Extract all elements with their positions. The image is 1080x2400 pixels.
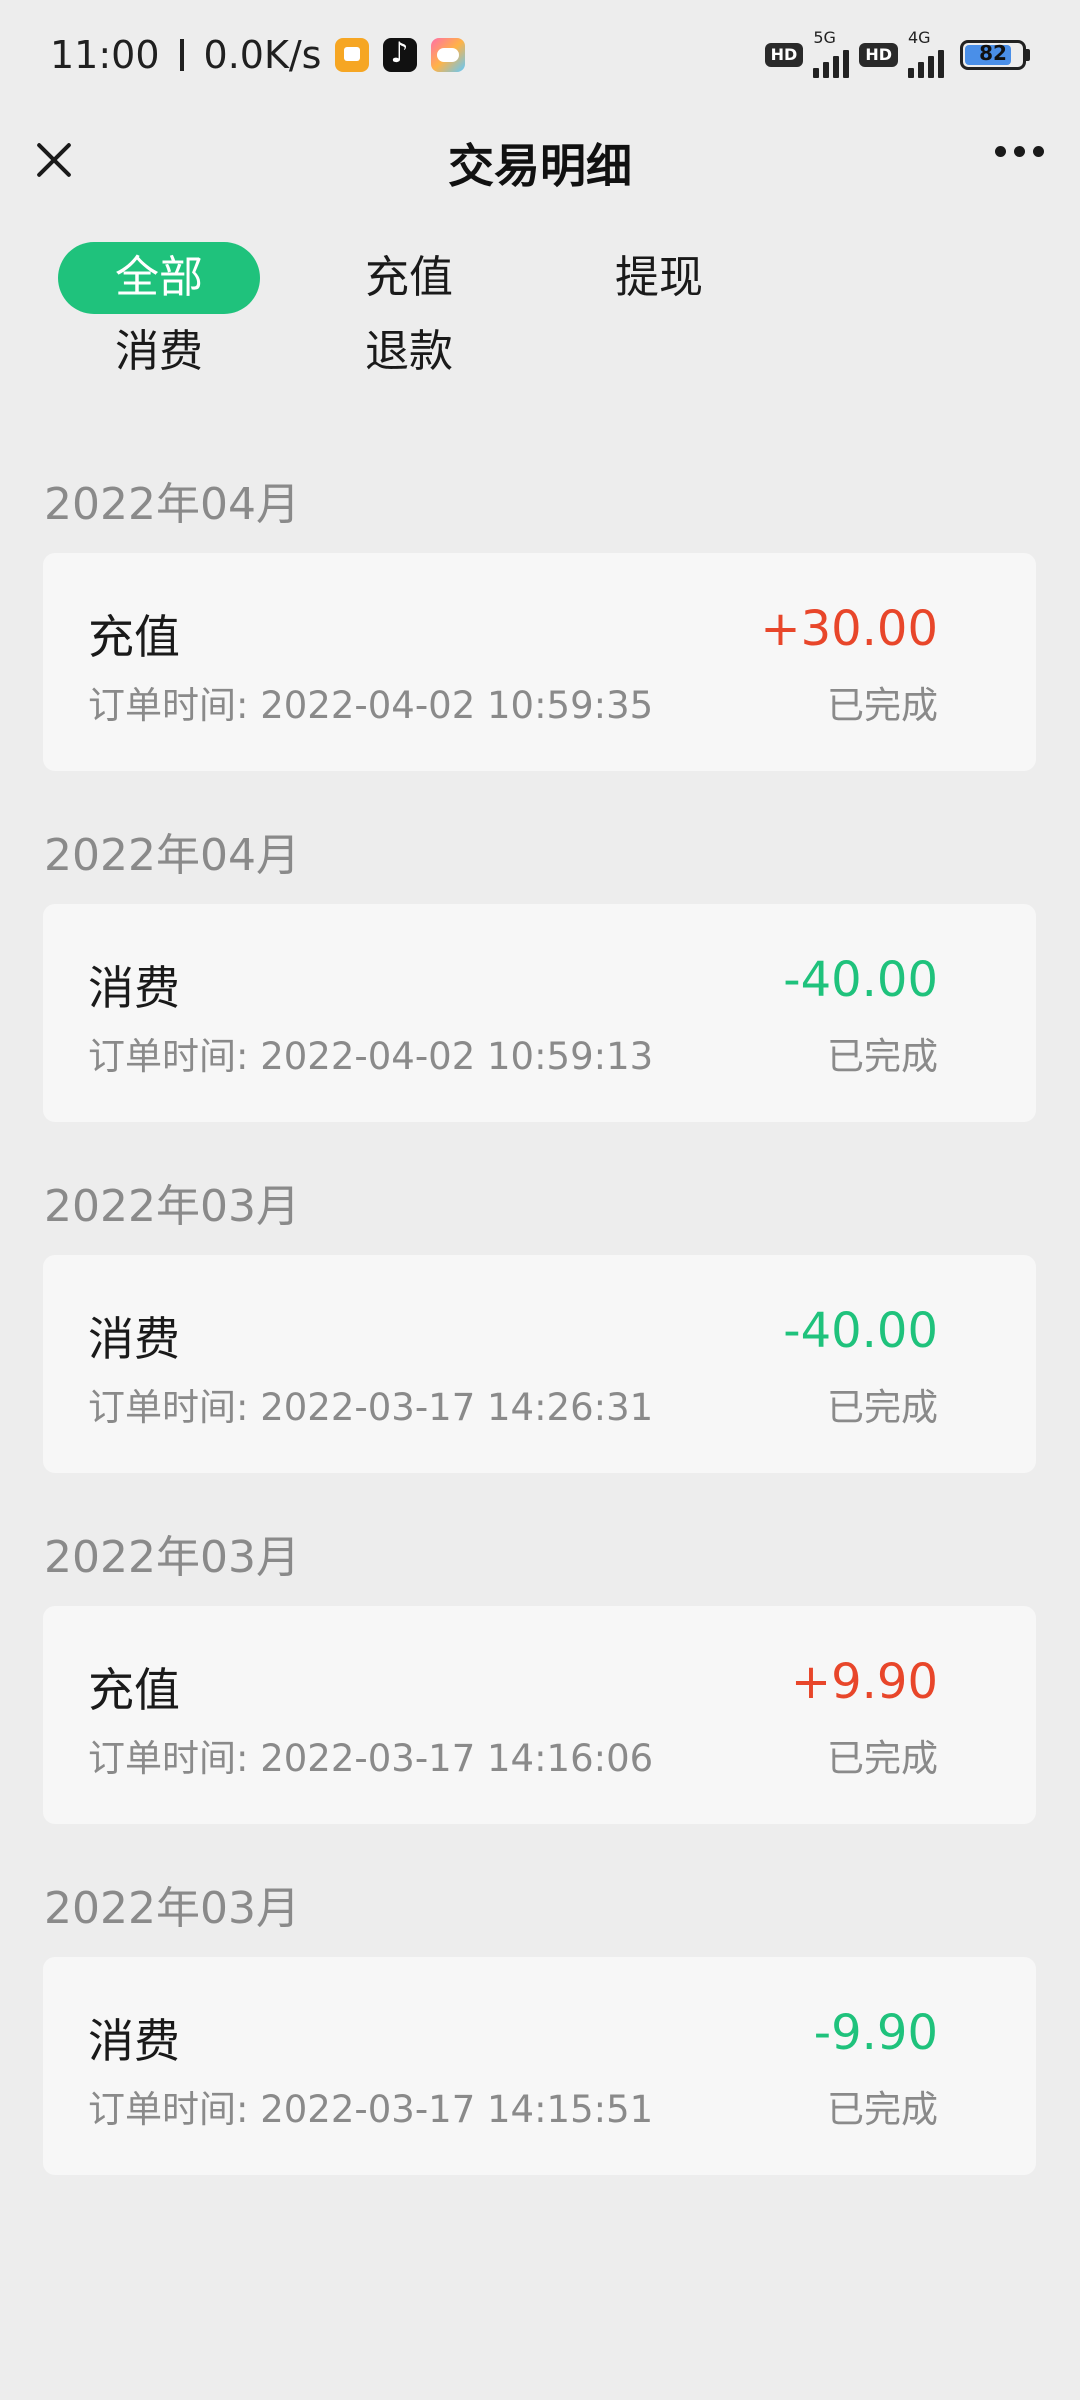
- status-separator: [179, 39, 184, 71]
- battery-level: 82: [979, 41, 1007, 65]
- transaction-time: 订单时间: 2022-04-02 10:59:13: [88, 1035, 654, 1078]
- filter-tab-all[interactable]: 全部: [58, 242, 260, 314]
- transaction-status: 已完成: [827, 1386, 938, 1429]
- transaction-status: 已完成: [827, 1035, 938, 1078]
- transaction-time: 订单时间: 2022-03-17 14:16:06: [88, 1737, 654, 1780]
- tiktok-app-icon: [383, 36, 418, 72]
- transaction-time: 订单时间: 2022-03-17 14:15:51: [88, 2088, 654, 2131]
- transaction-card[interactable]: 充值 订单时间: 2022-03-17 14:16:06 +9.90 已完成: [43, 1606, 1036, 1824]
- more-options-icon[interactable]: [995, 146, 1044, 157]
- game-app-icon: [431, 38, 466, 72]
- notes-app-icon: [335, 38, 370, 72]
- month-header: 2022年04月: [44, 479, 300, 530]
- transaction-type: 消费: [88, 2014, 180, 2068]
- status-bar: 11:00 0.0K/s HD 5G HD 4G 82: [0, 0, 1080, 110]
- transaction-amount: -9.90: [813, 2005, 938, 2061]
- transaction-type: 充值: [88, 610, 180, 664]
- hd-badge-1: HD: [764, 43, 804, 67]
- month-header: 2022年04月: [44, 830, 300, 881]
- transaction-amount: -40.00: [783, 952, 938, 1008]
- filter-tab-refund[interactable]: 退款: [308, 316, 510, 388]
- more-dot: [995, 146, 1006, 157]
- status-left: 11:00 0.0K/s: [50, 33, 466, 77]
- signal-bar: [938, 50, 944, 78]
- network-speed: 0.0K/s: [203, 33, 322, 77]
- transaction-card[interactable]: 消费 订单时间: 2022-04-02 10:59:13 -40.00 已完成: [43, 904, 1036, 1122]
- page-title: 交易明细: [448, 138, 632, 193]
- transaction-card[interactable]: 消费 订单时间: 2022-03-17 14:26:31 -40.00 已完成: [43, 1255, 1036, 1473]
- transaction-amount: +9.90: [790, 1654, 938, 1710]
- clock: 11:00: [50, 33, 160, 77]
- status-right: HD 5G HD 4G 82: [764, 28, 1030, 78]
- transaction-type: 消费: [88, 961, 180, 1015]
- filter-tab-recharge[interactable]: 充值: [308, 242, 510, 314]
- transaction-amount: +30.00: [760, 601, 938, 657]
- signal-gen-label: 4G: [908, 28, 931, 47]
- signal-bar: [833, 56, 840, 78]
- transaction-status: 已完成: [827, 684, 938, 727]
- transaction-type: 消费: [88, 1312, 180, 1366]
- signal-bar: [928, 56, 934, 78]
- battery-body: 82: [960, 40, 1026, 70]
- signal-bar: [918, 62, 924, 78]
- more-dot: [1033, 146, 1044, 157]
- transaction-time: 订单时间: 2022-03-17 14:26:31: [88, 1386, 654, 1429]
- close-icon[interactable]: [30, 135, 80, 185]
- transaction-card[interactable]: 消费 订单时间: 2022-03-17 14:15:51 -9.90 已完成: [43, 1957, 1036, 2175]
- signal-5g-icon: 5G: [813, 28, 850, 78]
- transaction-amount: -40.00: [783, 1303, 938, 1359]
- transaction-time: 订单时间: 2022-04-02 10:59:35: [88, 684, 654, 727]
- battery-icon: 82: [960, 40, 1030, 70]
- battery-cap: [1026, 49, 1030, 61]
- signal-bar: [908, 68, 914, 78]
- signal-gen-label: 5G: [813, 28, 836, 47]
- transaction-status: 已完成: [827, 1737, 938, 1780]
- more-dot: [1014, 146, 1025, 157]
- month-header: 2022年03月: [44, 1532, 300, 1583]
- signal-4g-icon: 4G: [908, 28, 944, 78]
- signal-bar: [813, 68, 820, 78]
- filter-tab-consume[interactable]: 消费: [58, 316, 260, 388]
- transaction-status: 已完成: [827, 2088, 938, 2131]
- transaction-card[interactable]: 充值 订单时间: 2022-04-02 10:59:35 +30.00 已完成: [43, 553, 1036, 771]
- month-header: 2022年03月: [44, 1181, 300, 1232]
- hd-badge-2: HD: [859, 43, 898, 67]
- filter-tab-withdraw[interactable]: 提现: [558, 242, 760, 314]
- signal-bar: [823, 62, 830, 78]
- month-header: 2022年03月: [44, 1883, 300, 1934]
- nav-bar: 交易明细: [0, 110, 1080, 215]
- signal-bar: [843, 50, 850, 78]
- transaction-type: 充值: [88, 1663, 180, 1717]
